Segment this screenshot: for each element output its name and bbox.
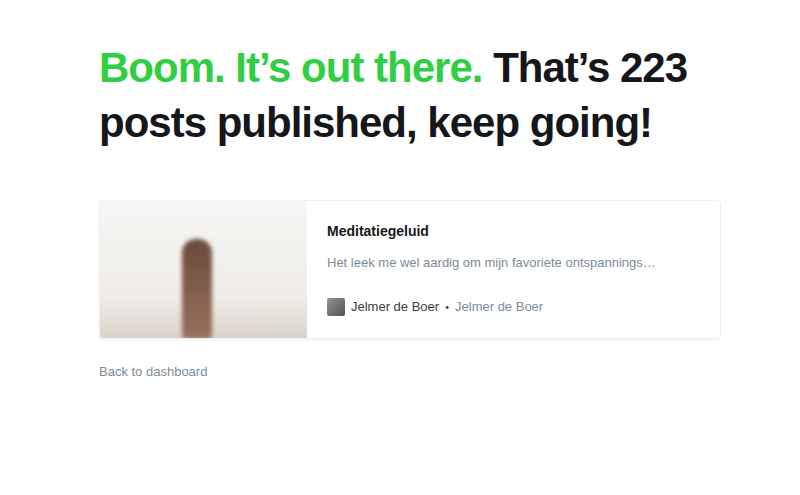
- post-title: Meditatiegeluid: [327, 221, 700, 241]
- post-image: [100, 201, 307, 338]
- headline: Boom. It’s out there. That’s 223 posts p…: [99, 40, 699, 150]
- back-to-dashboard-link[interactable]: Back to dashboard: [99, 363, 207, 381]
- headline-highlight: Boom. It’s out there.: [99, 44, 482, 91]
- post-card[interactable]: Meditatiegeluid Het leek me wel aardig o…: [99, 200, 721, 339]
- author-avatar-icon: [327, 298, 345, 316]
- figure-shape: [182, 239, 212, 339]
- post-content: Meditatiegeluid Het leek me wel aardig o…: [307, 201, 720, 338]
- post-byline: Jelmer de Boer: [455, 298, 543, 316]
- post-meta: Jelmer de Boer • Jelmer de Boer: [327, 298, 700, 316]
- publish-confirmation: Boom. It’s out there. That’s 223 posts p…: [0, 0, 721, 381]
- post-excerpt: Het leek me wel aardig om mijn favoriete…: [327, 254, 700, 272]
- author-name: Jelmer de Boer: [351, 298, 439, 316]
- meta-separator: •: [445, 298, 449, 316]
